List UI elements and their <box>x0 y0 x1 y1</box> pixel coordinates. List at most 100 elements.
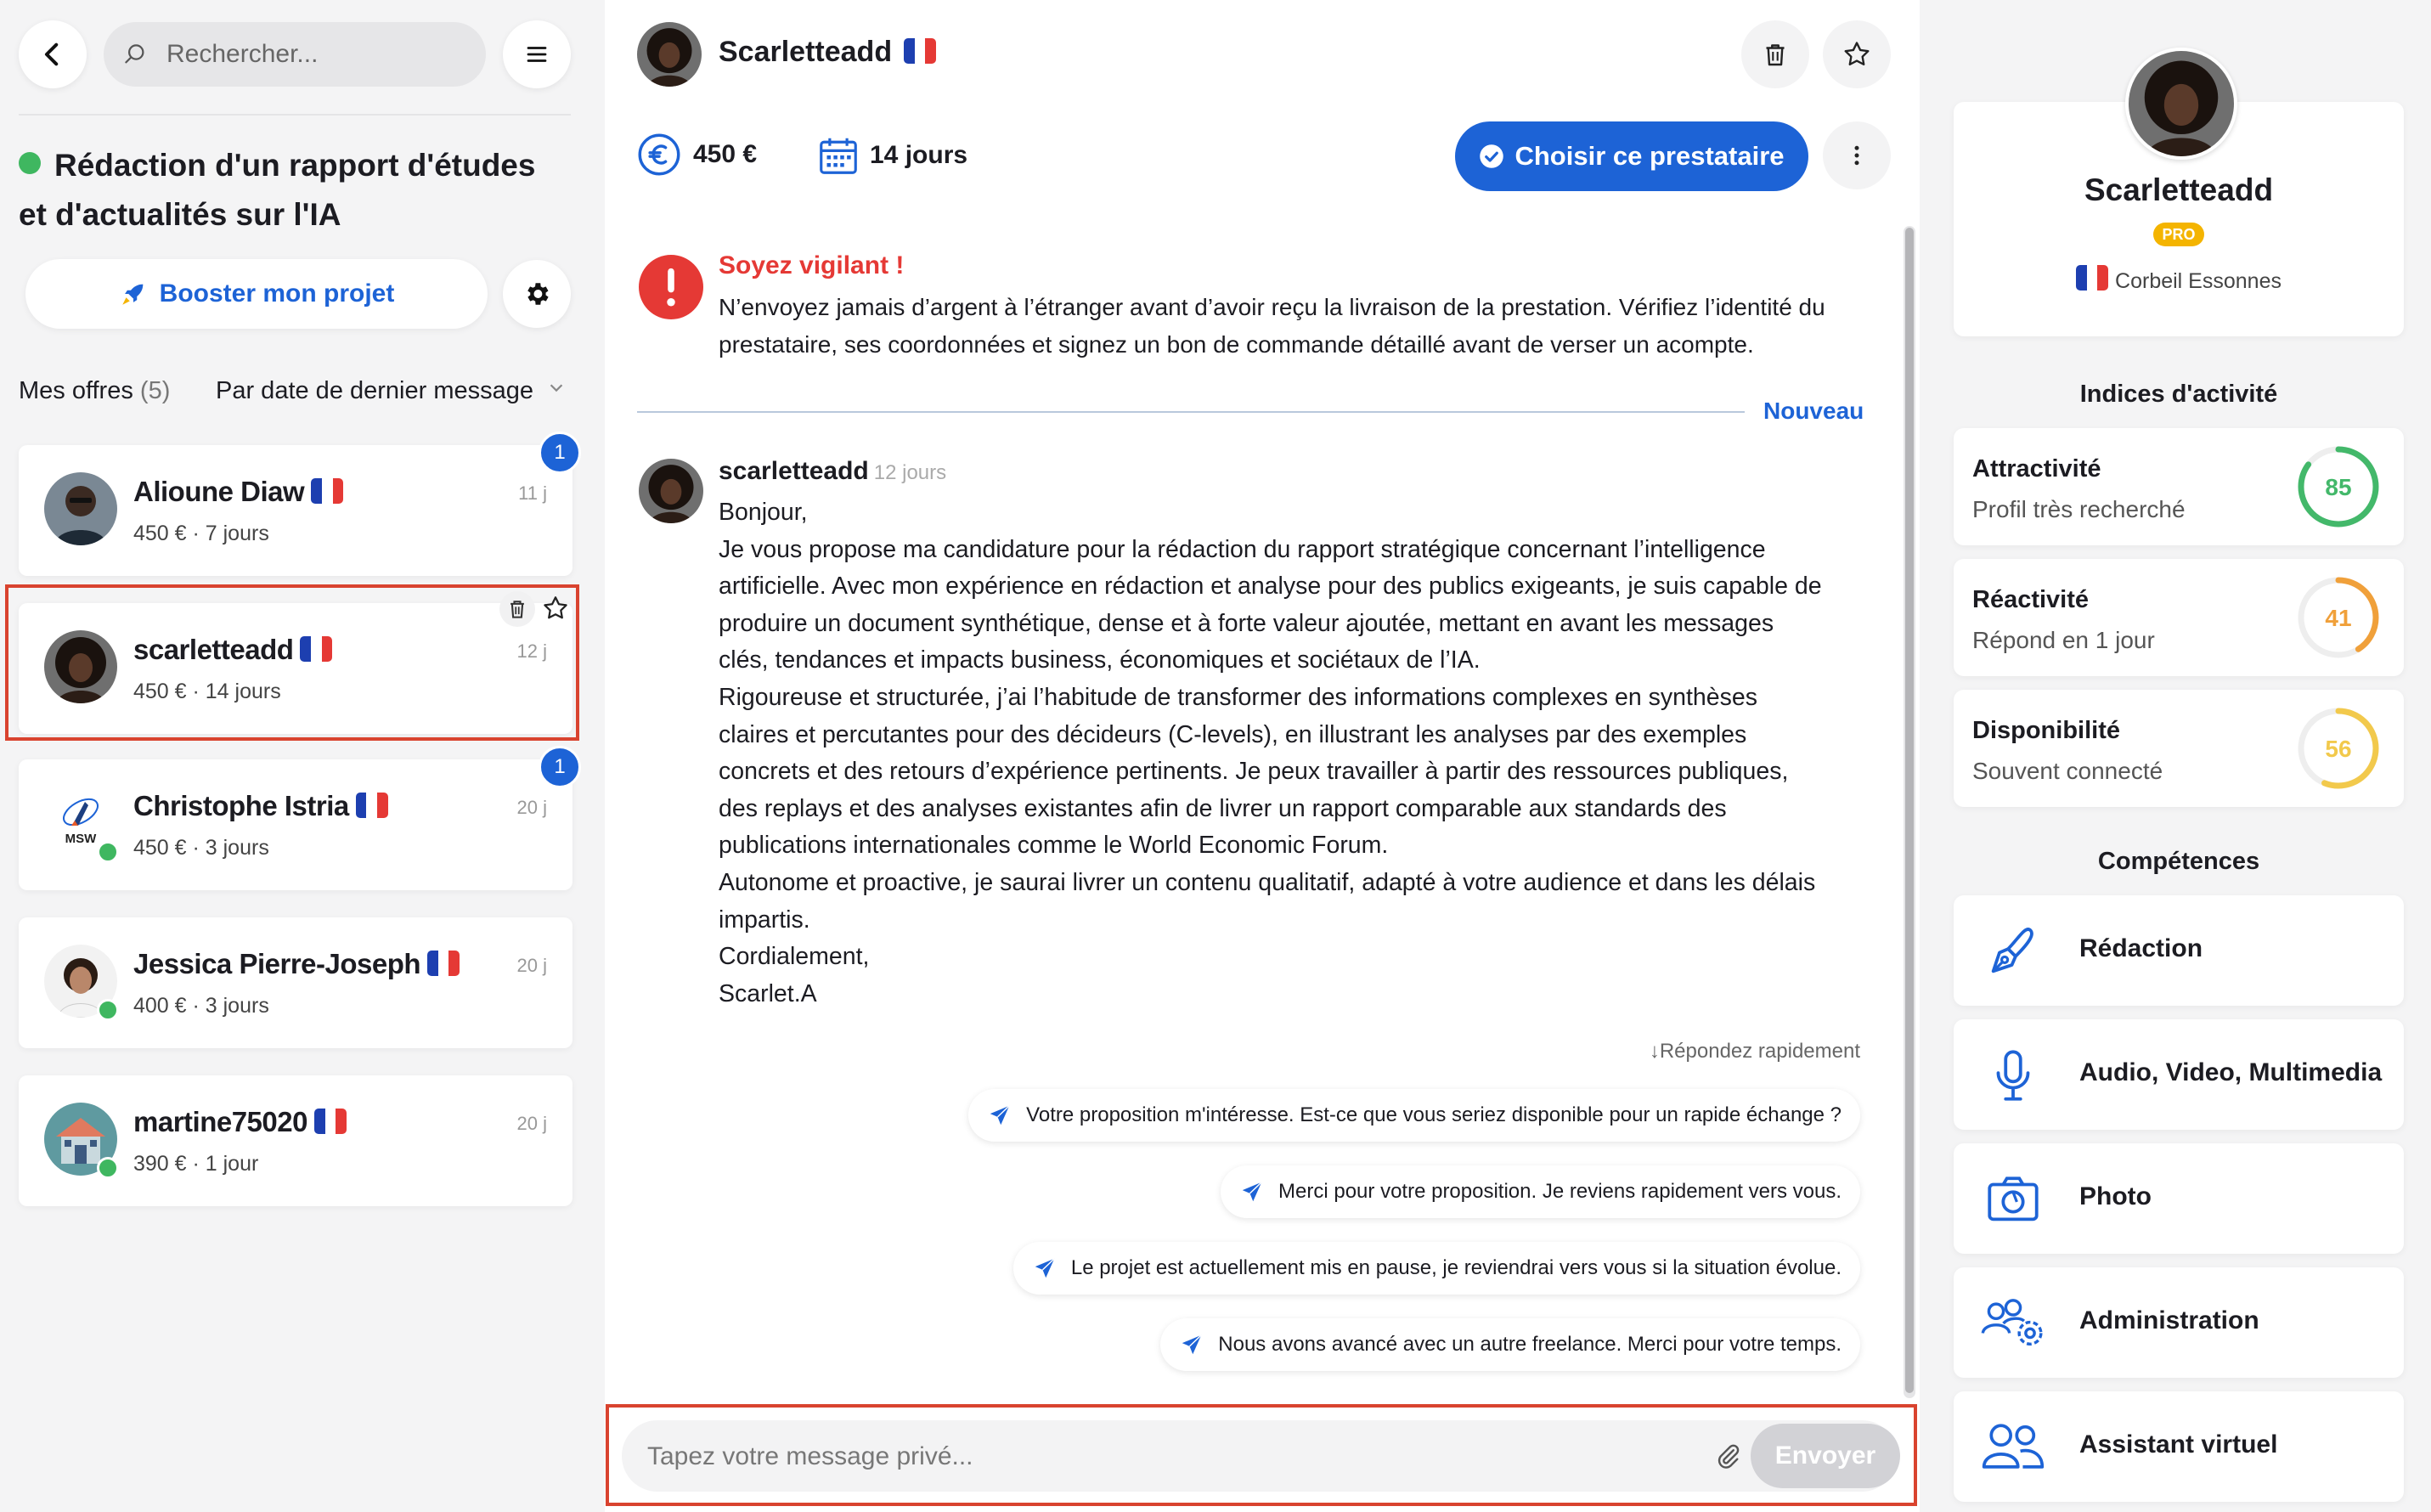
warning-text: N’envoyez jamais d’argent à l’étranger a… <box>719 294 1825 358</box>
send-icon <box>1242 1182 1262 1202</box>
check-circle-icon <box>1480 144 1504 168</box>
quick-reply[interactable]: Nous avons avancé avec un autre freelanc… <box>1160 1318 1860 1371</box>
offers-header: Mes offres (5) <box>19 377 171 404</box>
new-messages-label: Nouveau <box>1763 398 1864 424</box>
new-messages-divider <box>637 411 1745 413</box>
score-value: 41 <box>2325 605 2351 631</box>
hamburger-icon <box>527 47 547 62</box>
warning-title: Soyez vigilant ! <box>719 251 905 279</box>
profile-location: Corbeil Essonnes <box>1954 265 2404 294</box>
send-button[interactable]: Envoyer <box>1751 1424 1900 1488</box>
skills-title: Compétences <box>2097 848 2260 875</box>
activity-card: Disponibilité Souvent connecté 56 <box>1954 690 2404 807</box>
menu-button[interactable] <box>503 20 571 88</box>
message-body: Bonjour, Je vous propose ma candidature … <box>719 499 1822 1007</box>
offer-meta: 450 € · 3 jours <box>133 836 269 860</box>
message-author: scarletteadd 12 jours <box>719 457 947 485</box>
score-ring: 56 <box>2298 708 2379 789</box>
offer-age: 11 j <box>518 482 547 504</box>
activity-title: Indices d'activité <box>2079 381 2278 408</box>
avatar <box>637 22 702 87</box>
activity-card: Réactivité Répond en 1 jour 41 <box>1954 559 2404 676</box>
project-title: Rédaction d'un rapport d'études et d'act… <box>19 148 536 232</box>
skill-card[interactable]: Rédaction <box>1954 895 2404 1006</box>
euro-circle-icon <box>638 133 680 176</box>
offer-card[interactable]: MSW Christophe Istria 450 € · 3 jours 20… <box>19 759 572 890</box>
trash-icon <box>1766 44 1785 66</box>
pro-badge: PRO <box>2153 223 2204 246</box>
score-ring: 41 <box>2298 577 2379 658</box>
users-gear-icon <box>1979 1289 2047 1357</box>
france-flag-icon <box>2076 265 2109 291</box>
microphone-icon <box>1979 1041 2047 1109</box>
delete-conversation-button[interactable] <box>1741 20 1809 88</box>
duration-info: 14 jours <box>815 133 967 178</box>
offer-name: martine75020 <box>133 1106 347 1138</box>
france-flag-icon <box>904 38 937 64</box>
back-button[interactable] <box>19 20 87 88</box>
offer-name: Christophe Istria <box>133 790 388 822</box>
conversation-panel: Scarletteadd 450 € 14 jours Choisir ce p… <box>605 0 1920 1512</box>
france-flag-icon <box>427 951 460 976</box>
avatar <box>639 459 703 523</box>
send-icon <box>990 1105 1010 1126</box>
score-ring: 85 <box>2298 446 2379 528</box>
search-input[interactable] <box>165 39 457 70</box>
favorite-button[interactable] <box>1823 20 1891 88</box>
skill-card[interactable]: Administration <box>1954 1267 2404 1378</box>
quick-reply[interactable]: Le projet est actuellement mis en pause,… <box>1012 1242 1860 1295</box>
offer-age: 20 j <box>516 955 547 976</box>
warning-icon <box>639 255 703 319</box>
profile-name: Scarletteadd <box>2084 172 2274 207</box>
profile-avatar <box>2125 48 2237 160</box>
score-value: 56 <box>2325 736 2351 762</box>
two-users-icon <box>1979 1413 2047 1481</box>
online-indicator <box>97 841 119 863</box>
offer-meta: 390 € · 1 jour <box>133 1152 259 1176</box>
quick-reply[interactable]: Merci pour votre proposition. Je reviens… <box>1221 1165 1860 1218</box>
online-indicator <box>97 999 119 1021</box>
skill-card[interactable]: Photo <box>1954 1143 2404 1254</box>
search-bar <box>104 22 486 87</box>
france-flag-icon <box>311 478 344 504</box>
offer-card[interactable]: Jessica Pierre-Joseph 400 € · 3 jours 20… <box>19 917 572 1048</box>
more-vertical-icon <box>1854 145 1859 166</box>
divider <box>19 114 571 116</box>
more-options-button[interactable] <box>1823 121 1891 189</box>
offer-name: Jessica Pierre-Joseph <box>133 948 460 980</box>
sort-dropdown[interactable]: Par date de dernier message <box>216 377 566 405</box>
skill-card[interactable]: Audio, Video, Multimedia <box>1954 1019 2404 1130</box>
offer-meta: 450 € · 7 jours <box>133 522 269 545</box>
offers-panel: Rédaction d'un rapport d'études et d'act… <box>0 0 588 1512</box>
price-info: 450 € <box>637 133 757 177</box>
pen-nib-icon <box>1979 917 2047 985</box>
chevron-left-icon <box>44 42 59 66</box>
boost-label: Booster mon projet <box>159 279 395 307</box>
conversation-name: Scarletteadd <box>719 36 937 69</box>
offer-card[interactable]: Alioune Diaw 450 € · 7 jours 11 j <box>19 445 572 576</box>
search-icon <box>125 44 144 64</box>
message-time: 12 jours <box>873 461 947 484</box>
skill-card[interactable]: Assistant virtuel <box>1954 1391 2404 1502</box>
online-indicator <box>97 1157 119 1179</box>
score-value: 85 <box>2325 474 2351 500</box>
quick-reply[interactable]: Votre proposition m'intéresse. Est-ce qu… <box>968 1089 1860 1142</box>
paperclip-icon[interactable] <box>1712 1441 1743 1471</box>
offer-age: 20 j <box>516 797 547 818</box>
quick-reply-header: ↓Répondez rapidement <box>1649 1040 1860 1063</box>
boost-project-button[interactable]: Booster mon projet <box>25 259 488 329</box>
offer-meta: 400 € · 3 jours <box>133 994 269 1018</box>
message-input[interactable] <box>646 1437 1711 1476</box>
choose-provider-button[interactable]: Choisir ce prestataire <box>1455 121 1808 191</box>
message-composer <box>622 1420 1898 1492</box>
offer-card[interactable]: martine75020 390 € · 1 jour 20 j <box>19 1075 572 1206</box>
calendar-icon <box>820 138 857 174</box>
chevron-down-icon <box>550 384 563 392</box>
rocket-icon <box>121 284 143 305</box>
gear-icon <box>527 283 549 305</box>
project-settings-button[interactable] <box>503 260 571 328</box>
camera-icon <box>1979 1165 2047 1233</box>
france-flag-icon <box>313 1109 347 1134</box>
scrollbar-thumb[interactable] <box>1905 228 1914 1393</box>
msw-logo: MSW <box>65 832 98 846</box>
